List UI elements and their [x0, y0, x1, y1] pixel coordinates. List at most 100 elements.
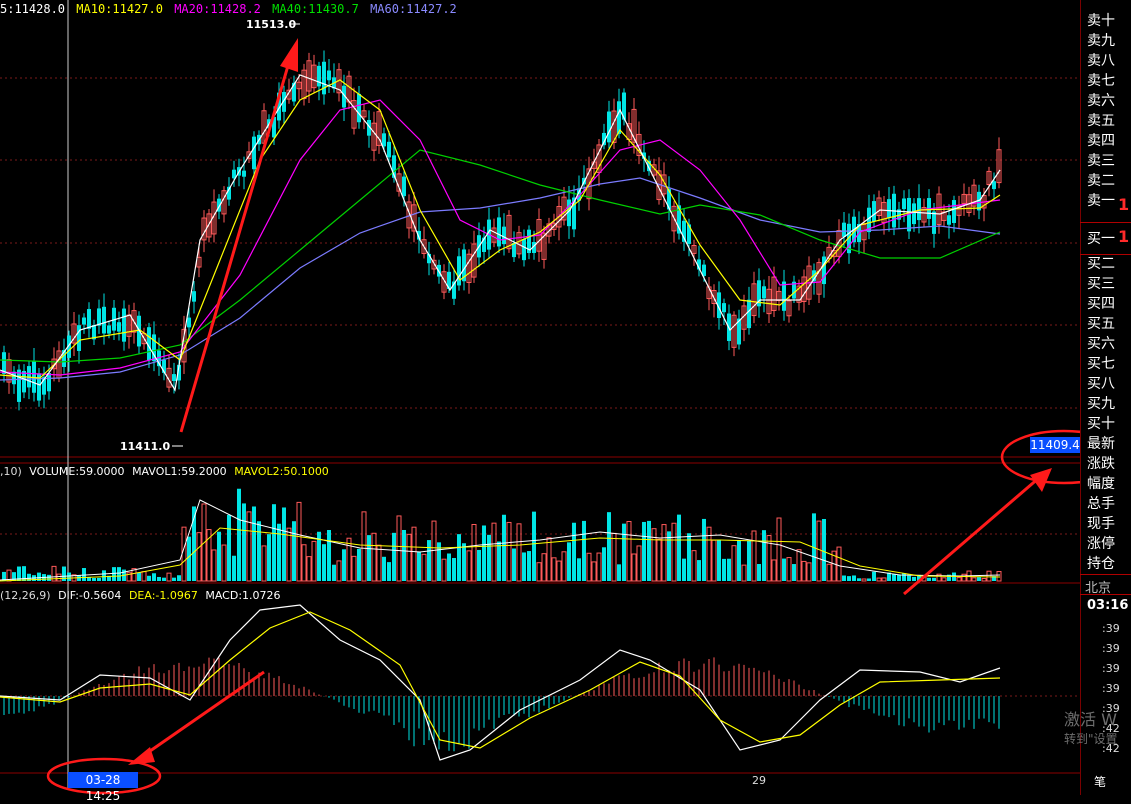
volume-bar	[221, 544, 227, 582]
candle	[747, 299, 751, 329]
volume-bar	[382, 556, 386, 581]
buy-level-7: 买七	[1087, 356, 1115, 372]
ma20-value: MA20:11428.2	[174, 2, 261, 16]
cursor-time-label: 03-28 14:25	[68, 772, 138, 803]
buy-level-1: 买一	[1087, 231, 1115, 247]
stat-6: 涨停	[1087, 536, 1115, 552]
macd-prefix: (12,26,9)	[0, 589, 51, 602]
candle	[17, 369, 21, 402]
trade-row: :39	[1102, 622, 1120, 635]
candle	[497, 217, 501, 247]
stat-3: 幅度	[1087, 476, 1115, 492]
volume-bar	[441, 558, 447, 582]
volume-bar	[607, 512, 611, 581]
volume-bar	[272, 504, 276, 581]
candle	[782, 281, 786, 311]
buy-level-10: 买十	[1087, 416, 1115, 432]
volume-bar	[257, 521, 261, 581]
buy-level-4: 买四	[1087, 296, 1115, 312]
volume-bar	[232, 555, 236, 581]
candle	[457, 256, 461, 286]
volume-bar	[861, 578, 867, 582]
sell1-volume: 1	[1118, 195, 1130, 214]
volume-bar	[711, 539, 717, 582]
volume-bar	[881, 577, 887, 582]
candle	[77, 325, 81, 351]
volume-bar	[631, 553, 637, 582]
volume-bar	[327, 530, 331, 581]
volume-bar	[392, 532, 396, 581]
trade-row: :39	[1102, 682, 1120, 695]
volume-bar	[727, 558, 731, 581]
ma60-value: MA60:11427.2	[370, 2, 457, 16]
candle	[317, 65, 321, 87]
volume-bar	[816, 520, 822, 582]
high-price-label: 11513.0	[246, 18, 297, 31]
volume-bar	[346, 537, 352, 582]
volume-bar	[852, 575, 856, 581]
sell-level-9: 卖二	[1087, 173, 1115, 189]
annotation-arrows	[128, 38, 1052, 765]
chart-canvas[interactable]	[0, 0, 1080, 795]
volume-bar	[691, 550, 697, 582]
candle	[32, 360, 36, 393]
buy-level-5: 买五	[1087, 316, 1115, 332]
candle	[102, 306, 106, 334]
volume-bar	[431, 520, 437, 582]
volume-bar	[776, 517, 782, 582]
candle	[512, 242, 516, 258]
volume-bar	[47, 574, 51, 581]
stat-2: 涨跌	[1087, 456, 1115, 472]
volume-bar	[342, 549, 346, 581]
volume-bar	[402, 529, 406, 581]
volume-bar	[502, 514, 506, 581]
candle	[382, 133, 386, 147]
volume-bar	[411, 526, 417, 582]
candle	[322, 61, 326, 95]
volume-bar	[147, 575, 151, 581]
volume-bars	[2, 488, 1002, 582]
volume-bar	[656, 538, 662, 582]
volume-bar	[661, 524, 667, 582]
volume-bar	[636, 545, 642, 582]
volume-bar	[351, 555, 357, 582]
volume-bar	[261, 545, 267, 582]
volume-bar	[332, 564, 336, 581]
volume-bar	[622, 523, 626, 581]
sell-level-4: 卖七	[1087, 73, 1115, 89]
volume-bar	[626, 521, 632, 582]
sell-level-6: 卖五	[1087, 113, 1115, 129]
stat-5: 现手	[1087, 516, 1115, 532]
candle	[722, 303, 726, 313]
candle	[917, 198, 921, 221]
volume-bar	[826, 563, 832, 582]
volume-bar	[452, 557, 456, 581]
stat-1: 最新	[1087, 436, 1115, 452]
stat-7: 持仓	[1087, 556, 1115, 572]
buy1-volume: 1	[1118, 227, 1130, 246]
buy-level-9: 买九	[1087, 396, 1115, 412]
volume-bar	[857, 578, 861, 581]
candle	[357, 93, 361, 123]
volume-bar	[617, 564, 621, 581]
volume-bar	[892, 574, 896, 581]
volume-bar	[152, 573, 156, 581]
low-price-label: 11411.0	[120, 440, 171, 453]
volume-bar	[482, 525, 486, 581]
candle	[932, 211, 936, 234]
volume-bar	[211, 549, 217, 582]
volume-bar	[322, 544, 326, 581]
sell-level-1: 卖十	[1087, 13, 1115, 29]
volume-bar	[512, 548, 516, 581]
sell-level-8: 卖三	[1087, 153, 1115, 169]
volume-bar	[536, 562, 542, 582]
volume-bar	[252, 506, 256, 581]
sell-level-2: 卖九	[1087, 33, 1115, 49]
volume-bar	[572, 522, 576, 581]
volume-bar	[217, 531, 221, 581]
volume-bar	[697, 560, 701, 581]
volume-bar	[847, 576, 851, 581]
trade-row: :39	[1102, 662, 1120, 675]
volume-bar	[97, 577, 101, 581]
buy-level-3: 买三	[1087, 276, 1115, 292]
